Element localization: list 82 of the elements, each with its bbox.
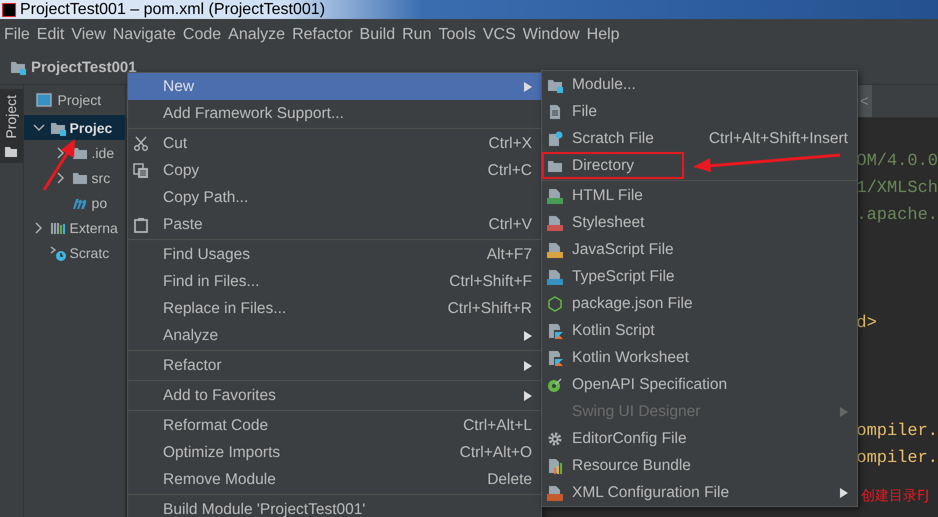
code-line: ompiler.: [856, 448, 938, 470]
menu-bar-item[interactable]: View: [71, 26, 112, 44]
menu-item[interactable]: OpenAPI Specification: [542, 371, 857, 398]
menu-item[interactable]: Analyze: [128, 322, 541, 349]
view-selector[interactable]: Project: [58, 92, 102, 108]
tree-item[interactable]: Scratc: [24, 240, 126, 265]
html-file-icon: [547, 188, 563, 204]
window-icon: [36, 92, 52, 108]
scratch-file-icon: [547, 130, 563, 146]
menu-bar-item[interactable]: Analyze: [228, 26, 292, 44]
kotlin-file-icon: [547, 350, 563, 366]
menu-bar-item[interactable]: Window: [522, 26, 586, 44]
gear-icon: [547, 430, 563, 446]
menu-item[interactable]: Kotlin Worksheet: [542, 344, 857, 371]
menu-item[interactable]: Scratch File Ctrl+Alt+Shift+Insert: [542, 125, 857, 152]
resource-bundle-icon: [547, 458, 563, 474]
js-file-icon: [547, 242, 563, 258]
code-line: OM/4.0.0: [856, 151, 938, 173]
menu-bar-item[interactable]: Tools: [438, 26, 482, 44]
menu-item[interactable]: Copy Path...: [128, 184, 541, 211]
menu-item[interactable]: Kotlin Script: [542, 317, 857, 344]
menu-item[interactable]: Refactor: [128, 352, 541, 379]
menu-bar-item[interactable]: File: [4, 26, 36, 44]
hexagon-icon: [547, 296, 563, 312]
menu-item[interactable]: Module...: [542, 71, 857, 98]
project-tool-tab[interactable]: Project: [0, 89, 23, 163]
clipboard-icon: [133, 216, 149, 232]
breadcrumb-project[interactable]: ProjectTest001: [31, 58, 137, 76]
menu-item[interactable]: Add Framework Support...: [128, 100, 541, 127]
menu-bar-item[interactable]: Refactor: [292, 26, 359, 44]
menu-item[interactable]: Find Usages Alt+F7: [128, 241, 541, 268]
menu-item[interactable]: Stylesheet: [542, 209, 857, 236]
window-title: ProjectTest001 – pom.xml (ProjectTest001): [20, 0, 326, 19]
file-icon: [547, 104, 563, 120]
menu-bar-item[interactable]: Run: [402, 26, 438, 44]
menu-bar-item[interactable]: Build: [360, 26, 402, 44]
xml-file-icon: [547, 484, 563, 500]
menu-item[interactable]: Cut Ctrl+X: [128, 130, 541, 157]
menu-item[interactable]: Remove Module Delete: [128, 466, 541, 493]
openapi-icon: [547, 376, 563, 392]
scratch-icon: [50, 244, 66, 260]
menu-item[interactable]: Optimize Imports Ctrl+Alt+O: [128, 439, 541, 466]
copy-icon: [133, 162, 149, 178]
menu-item[interactable]: Add to Favorites: [128, 382, 541, 409]
menu-item[interactable]: Directory: [542, 152, 684, 179]
menu-bar-item[interactable]: VCS: [482, 26, 522, 44]
kotlin-file-icon: [547, 322, 563, 338]
menu-bar-item[interactable]: Edit: [36, 26, 70, 44]
scissors-icon: [133, 136, 149, 152]
annotation-text: 创建目录FJ: [861, 487, 930, 505]
menu-item[interactable]: Paste Ctrl+V: [128, 211, 541, 238]
menu-item[interactable]: Replace in Files... Ctrl+Shift+R: [128, 295, 541, 322]
app-logo-icon: [2, 2, 16, 16]
code-line: .apache.: [856, 205, 938, 227]
tree-item[interactable]: Projec: [24, 115, 126, 140]
menu-item[interactable]: Copy Ctrl+C: [128, 157, 541, 184]
menu-item[interactable]: New: [128, 73, 541, 100]
menu-item[interactable]: Resource Bundle: [542, 452, 857, 479]
menu-item[interactable]: package.json File: [542, 290, 857, 317]
tree-item[interactable]: po: [24, 190, 126, 215]
menu-item[interactable]: File: [542, 98, 857, 125]
menu-bar-item[interactable]: Navigate: [112, 26, 182, 44]
ts-file-icon: [547, 268, 563, 284]
tree-item[interactable]: src: [24, 165, 126, 190]
menu-bar-item[interactable]: Help: [586, 26, 626, 44]
menu-bar-item[interactable]: Code: [182, 26, 228, 44]
code-line: d>: [856, 313, 878, 335]
menu-item[interactable]: Reformat Code Ctrl+Alt+L: [128, 412, 541, 439]
menu-item[interactable]: XML Configuration File: [542, 479, 857, 506]
menu-item[interactable]: Build Module 'ProjectTest001': [128, 496, 541, 517]
css-file-icon: [547, 214, 563, 230]
menu-item[interactable]: HTML File: [542, 182, 857, 209]
code-line: ompiler.: [856, 421, 938, 443]
menu-item[interactable]: JavaScript File: [542, 236, 857, 263]
folder-icon: [5, 146, 18, 157]
menu-item[interactable]: EditorConfig File: [542, 425, 857, 452]
code-line: 1/XMLSch: [856, 178, 938, 200]
menu-item[interactable]: Find in Files... Ctrl+Shift+F: [128, 268, 541, 295]
menu-item[interactable]: TypeScript File: [542, 263, 857, 290]
module-folder-icon: [10, 59, 26, 75]
tree-item[interactable]: Externa: [24, 215, 126, 240]
tree-item[interactable]: .ide: [24, 140, 126, 165]
